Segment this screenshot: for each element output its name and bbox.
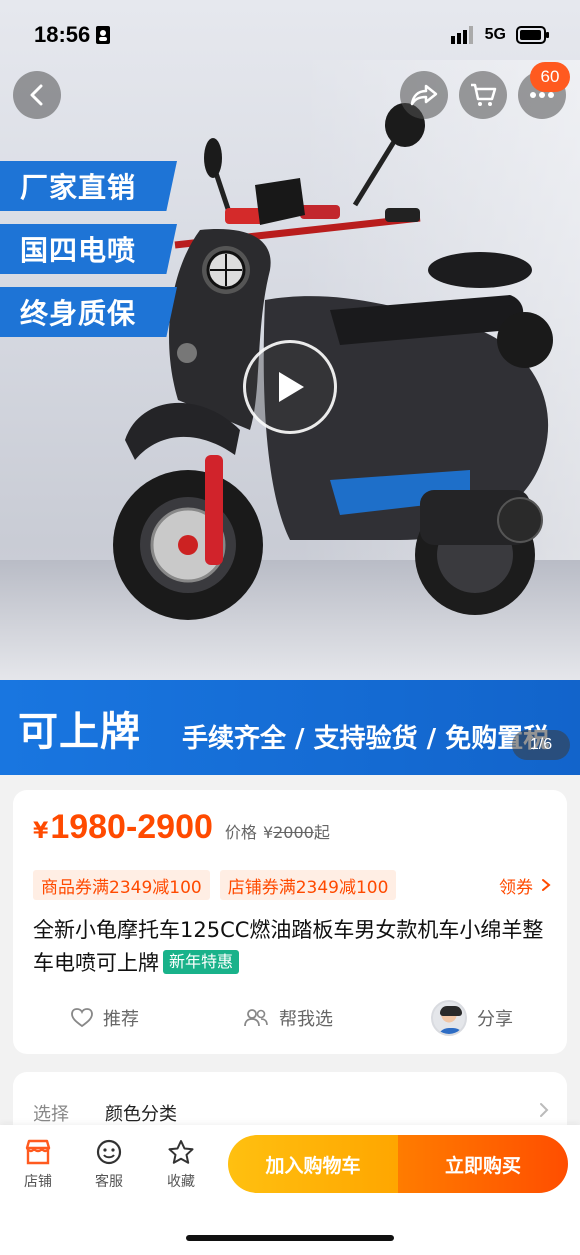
avatar <box>431 1000 467 1036</box>
status-time-text: 18:56 <box>34 22 91 47</box>
service-label: 客服 <box>95 1174 123 1190</box>
heart-icon <box>71 1008 93 1028</box>
recommend-label: 推荐 <box>103 1009 139 1030</box>
chevron-right-icon <box>542 879 551 891</box>
cart-count-badge: 60 <box>530 62 570 92</box>
share-arrow-icon <box>410 84 438 106</box>
original-price-value: 2000 <box>273 823 314 842</box>
chevron-left-icon <box>30 84 43 106</box>
original-price-suffix: 起 <box>313 823 330 842</box>
home-indicator <box>186 1235 394 1241</box>
recommend-button[interactable]: 推荐 <box>71 1005 139 1031</box>
buy-now-button[interactable]: 立即购买 <box>398 1135 568 1193</box>
bottom-action-bar: 店铺 客服 收藏 加入购物车 立即购买 <box>0 1125 580 1255</box>
favorite-tab[interactable]: 收藏 <box>151 1139 211 1191</box>
product-title-block: 全新小龟摩托车125CC燃油踏板车男女款机车小绵羊整车电喷可上牌 新年特惠 <box>33 914 553 980</box>
price-card: ¥ 1980-2900 价格 ¥2000起 商品券满2349减100 店铺券满2… <box>13 790 567 1054</box>
promo-tag-warranty: 终身质保 <box>0 287 177 337</box>
play-video-button[interactable] <box>243 340 337 434</box>
status-bar: 18:56 5G <box>0 0 580 70</box>
service-tab[interactable]: 客服 <box>79 1139 139 1191</box>
action-row: 推荐 帮我选 分享 <box>13 998 567 1038</box>
price-range: 1980-2900 <box>50 808 213 846</box>
banner-sub-text: 手续齐全 / 支持验货 / 免购置税 <box>182 724 550 754</box>
status-time: 18:56 <box>34 22 111 48</box>
share-button[interactable]: 分享 <box>431 1000 513 1036</box>
coupon-row: 商品券满2349减100 店铺券满2349减100 领券 <box>33 870 551 900</box>
claim-coupon-link[interactable]: 领券 <box>499 873 551 898</box>
store-icon <box>25 1139 51 1165</box>
signal-icon <box>450 26 473 44</box>
original-price: ¥2000起 <box>263 819 330 843</box>
product-coupon[interactable]: 商品券满2349减100 <box>33 870 210 900</box>
banner-main-text: 可上牌 <box>18 708 141 755</box>
help-choose-button[interactable]: 帮我选 <box>243 1005 333 1031</box>
contact-card-icon <box>96 26 111 44</box>
cta-group: 加入购物车 立即购买 <box>228 1135 568 1193</box>
share-nav-button[interactable] <box>400 71 448 119</box>
price-currency: ¥ <box>33 819 49 844</box>
favorite-label: 收藏 <box>167 1174 195 1190</box>
price-row: ¥ 1980-2900 价格 ¥2000起 <box>33 808 330 847</box>
spec-value: 颜色分类 <box>105 1104 177 1125</box>
help-choose-label: 帮我选 <box>279 1009 333 1030</box>
original-price-currency: ¥ <box>262 823 274 842</box>
customer-service-icon <box>96 1139 122 1165</box>
back-button[interactable] <box>13 71 61 119</box>
store-coupon[interactable]: 店铺券满2349减100 <box>219 870 397 900</box>
product-title: 全新小龟摩托车125CC燃油踏板车男女款机车小绵羊整车电喷可上牌 <box>33 918 544 975</box>
store-tab[interactable]: 店铺 <box>8 1139 68 1191</box>
claim-coupon-label: 领券 <box>499 877 533 898</box>
chevron-right-icon <box>540 1103 549 1117</box>
original-price-label: 价格 <box>224 823 257 842</box>
promo-banner: 可上牌 手续齐全 / 支持验货 / 免购置税 <box>0 680 580 775</box>
star-icon <box>168 1140 194 1164</box>
promo-tag-factory-direct: 厂家直销 <box>0 161 177 211</box>
cart-icon <box>471 83 497 106</box>
add-to-cart-button[interactable]: 加入购物车 <box>228 1135 398 1193</box>
image-counter: 1/6 <box>512 730 570 760</box>
spec-label: 选择 <box>33 1104 69 1125</box>
network-label: 5G <box>484 26 506 43</box>
store-label: 店铺 <box>24 1174 52 1190</box>
people-icon <box>244 1009 268 1027</box>
share-label: 分享 <box>477 1009 513 1030</box>
promo-tag-efi: 国四电喷 <box>0 224 177 274</box>
status-indicators: 5G <box>450 26 550 44</box>
cart-nav-button[interactable] <box>459 71 507 119</box>
more-dots-icon <box>530 92 554 98</box>
play-icon <box>279 372 304 402</box>
new-year-badge: 新年特惠 <box>163 950 240 974</box>
battery-icon <box>516 26 549 44</box>
